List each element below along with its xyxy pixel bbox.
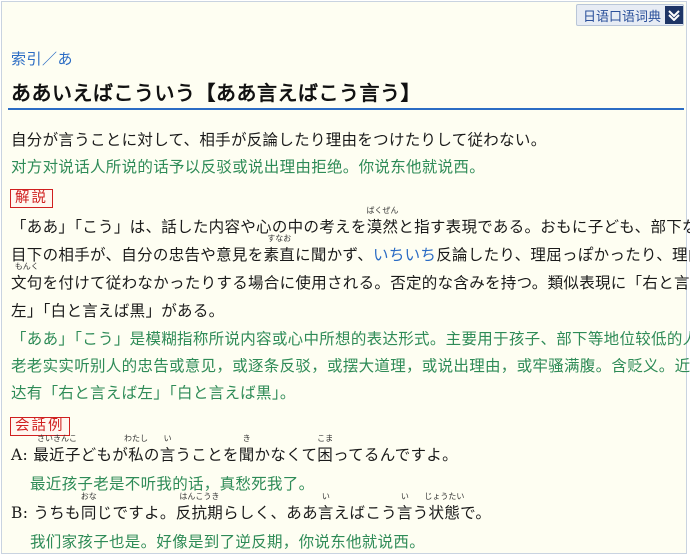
text-segment: うちも: [33, 504, 81, 522]
ruby-base: 同: [80, 504, 97, 522]
ruby-word: 言い: [396, 492, 413, 523]
ruby-base: 言: [159, 446, 176, 464]
text-segment: ってるんですよ。: [333, 446, 458, 464]
ruby-base: 最近子: [33, 446, 81, 464]
example-a-japanese: A: 最近子 さいきんこ どもが私 わたしの言いうことを聞きかなくて困 こまってるんです…: [11, 434, 458, 465]
ruby-word: 反抗期 はんこうき: [175, 492, 224, 523]
ruby-word: 聞き: [238, 434, 255, 465]
text-segment: 「ああ」「こう」は、話した内容や心の中の考えを: [11, 218, 367, 236]
text-segment: 目下の相手が、自分の忠告や意見を: [11, 246, 264, 264]
breadcrumb[interactable]: 索引／あ: [11, 48, 73, 69]
commentary-cn-line-3: 达有「右と言えば左」「白と言えば黒」。: [11, 384, 296, 402]
ruby-reading: おな: [80, 492, 97, 501]
speaker-label: B:: [11, 504, 34, 522]
ruby-base: 素直: [263, 246, 296, 264]
ruby-word: 私わたし: [124, 434, 148, 465]
ruby-word: 素直 すなお: [263, 234, 296, 265]
page-title: ああいえばこういう【ああ言えばこう言う】: [11, 81, 421, 105]
ruby-base: 反抗期: [175, 504, 224, 522]
ruby-reading: い: [163, 434, 172, 443]
commentary-label: 解説: [10, 189, 53, 208]
dictionary-selector[interactable]: 日语口语词典: [575, 4, 684, 26]
ruby-base: 言: [317, 504, 334, 522]
definition-chinese: 对方对说话人所说的话予以反驳或说出理由拒绝。你说东他就说西。: [11, 158, 486, 176]
ruby-word: 文句 もんく: [11, 262, 43, 293]
ruby-base: 文句: [11, 274, 43, 292]
ruby-base: 聞: [238, 446, 255, 464]
ruby-word: 困こま: [317, 434, 334, 465]
text-segment: 反論したり、理屈っぽかったり、理由や: [436, 246, 690, 264]
ruby-reading: わたし: [123, 434, 148, 443]
cross-reference-link[interactable]: いちいち: [373, 246, 436, 264]
example-a-chinese: 最近孩子老是不听我的话，真愁死我了。: [30, 475, 315, 493]
ruby-word: 言い: [317, 492, 334, 523]
ruby-reading: い: [321, 492, 330, 501]
ruby-word: 同おな: [80, 492, 97, 523]
ruby-word: 言い: [159, 434, 176, 465]
text-segment: の: [143, 446, 160, 464]
text-segment: を付けて従わなかったりする場合に使用される。否定的な含みを持つ。類似表現に「右と…: [42, 274, 690, 292]
ruby-base: 言: [396, 504, 413, 522]
commentary-cn-line-1: 「ああ」「こう」是模糊指称所说内容或心中所想的表达形式。主要用于孩子、部下等地位…: [11, 330, 690, 348]
ruby-base: 漠然: [366, 218, 399, 236]
ruby-reading: すなお: [267, 234, 292, 243]
text-segment: じですよ。: [96, 504, 176, 522]
commentary-cn-line-2: 老老实实听别人的忠告或意见，或逐条反驳，或摆大道理，或说出理由，或牢骚满腹。含贬…: [11, 357, 690, 375]
text-segment: えばこう: [333, 504, 397, 522]
ruby-base: 私: [128, 446, 144, 464]
ruby-base: 困: [317, 446, 334, 464]
text-segment: と指す表現である。おもに子ども、部下など: [398, 218, 690, 236]
ruby-reading: き: [242, 434, 251, 443]
commentary-ja-line-2: 目下の相手が、自分の忠告や意見を素直 すなお に聞かず、いちいち反論したり、理屈っぽ…: [11, 234, 690, 265]
ruby-reading: はんこうき: [179, 492, 220, 501]
ruby-word: 状態 じょうたい: [424, 492, 464, 523]
dictionary-name: 日语口语词典: [582, 9, 661, 25]
dictionary-entry-panel: 日语口语词典 索引／あ ああいえばこういう【ああ言えばこう言う】 自分が言うこと…: [1, 1, 690, 554]
ruby-reading: こま: [317, 434, 334, 443]
commentary-ja-line-1: 「ああ」「こう」は、話した内容や心の中の考えを漠然 ばくぜんと指す表現である。おも…: [11, 206, 690, 237]
text-segment: う: [412, 504, 429, 522]
text-segment: うことを: [175, 446, 239, 464]
ruby-word: 最近子 さいきんこ: [33, 434, 81, 465]
ruby-reading: もんく: [14, 262, 39, 271]
example-b-japanese: B: うちも同 おな じですよ。反抗期 はんこうき らしく、ああ言いえばこう言いう状態じ…: [11, 492, 492, 523]
chevron-down-icon[interactable]: [665, 6, 683, 24]
definition-japanese: 自分が言うことに対して、相手が反論したり理由をつけたりして従わない。: [11, 131, 547, 149]
text-segment: らしく、ああ: [223, 504, 318, 522]
title-divider: [8, 108, 684, 110]
text-segment: どもが: [80, 446, 129, 464]
speaker-label: A:: [11, 446, 34, 464]
ruby-reading: い: [400, 492, 409, 501]
text-segment: に聞かず、: [295, 246, 374, 264]
ruby-word: 漠然 ばくぜん: [366, 206, 399, 237]
commentary-ja-line-4: 左」「白と言えば黒」がある。: [11, 302, 225, 320]
ruby-reading: ばくぜん: [366, 206, 399, 215]
commentary-ja-line-3: 文句 もんく を付けて従わなかったりする場合に使用される。否定的な含みを持つ。類似表…: [11, 262, 690, 293]
example-b-chinese: 我们家孩子也是。好像是到了逆反期，你说东他就说西。: [30, 533, 426, 551]
text-segment: かなくて: [254, 446, 318, 464]
text-segment: で。: [460, 504, 492, 522]
ruby-reading: じょうたい: [424, 492, 465, 501]
ruby-reading: さいきんこ: [36, 434, 77, 443]
ruby-base: 状態: [428, 504, 461, 522]
